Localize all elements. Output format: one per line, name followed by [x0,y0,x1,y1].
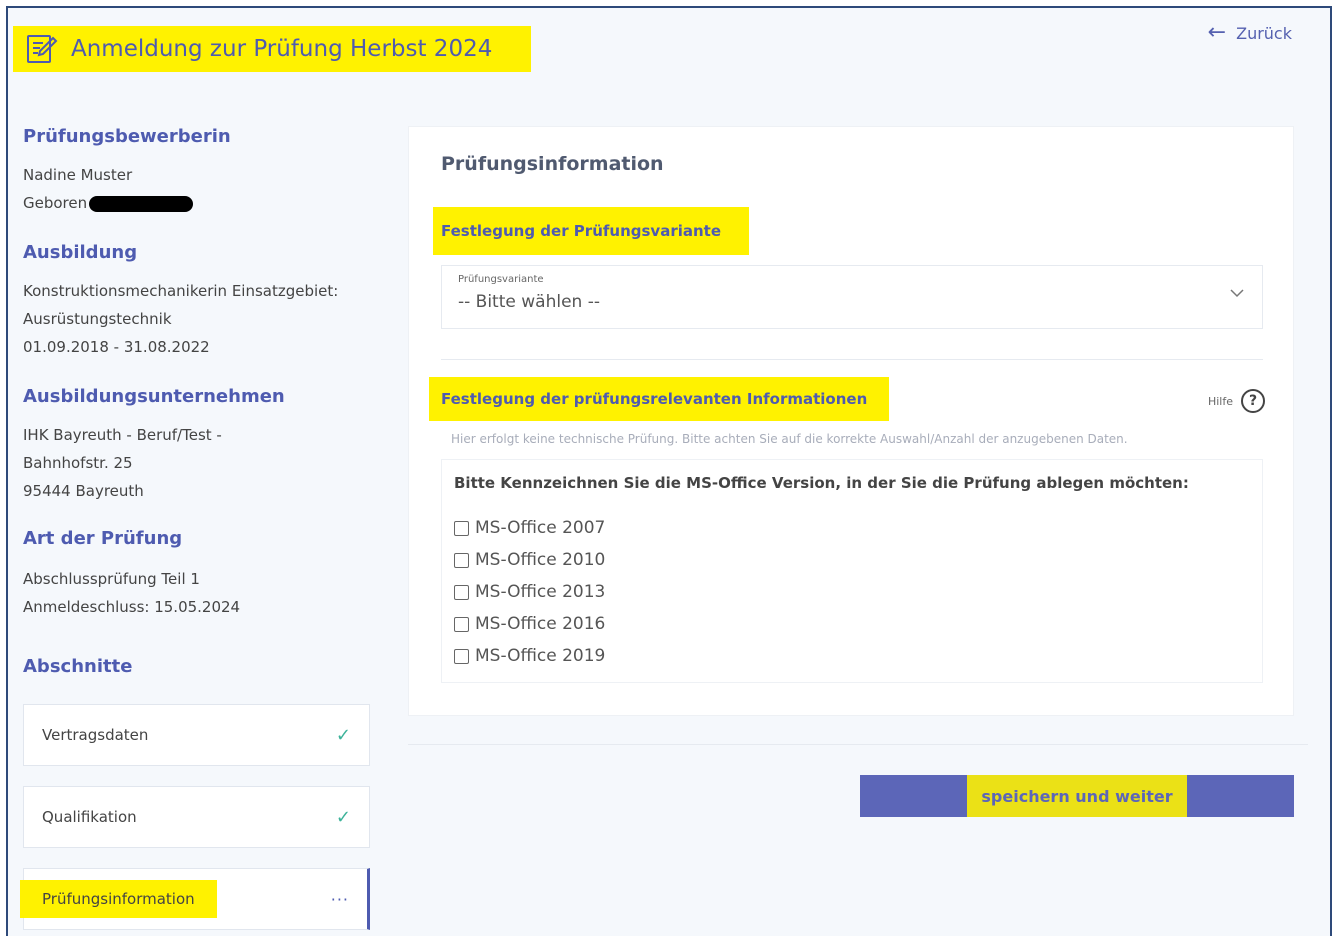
sidebar-item-label: Qualifikation [42,808,137,826]
candidate-name: Nadine Muster [23,166,133,184]
chevron-down-icon [1230,289,1244,298]
checkbox[interactable] [454,616,469,632]
save-and-continue-button[interactable]: speichern und weiter [860,775,1294,817]
sidebar-item-label: Prüfungsinformation [20,880,217,918]
check-icon: ✓ [335,724,351,746]
redacted-birthdate [89,195,194,212]
edit-document-icon [27,35,58,63]
sidebar-item-label: Vertragsdaten [42,726,149,744]
company-line1: IHK Bayreuth - Beruf/Test - [23,426,222,444]
birth-info: Geboren [23,194,194,212]
ellipsis-icon: ··· [330,889,349,909]
office-version-box: Bitte Kennzeichnen Sie die MS-Office Ver… [441,459,1263,683]
page-title-text: Anmeldung zur Prüfung Herbst 2024 [71,36,493,62]
page-title: Anmeldung zur Prüfung Herbst 2024 [13,26,531,72]
sidebar-item-qualifikation[interactable]: Qualifikation ✓ [23,786,370,848]
card-title: Prüfungsinformation [441,153,664,175]
save-button-label: speichern und weiter [967,775,1187,817]
sidebar-item-vertragsdaten[interactable]: Vertragsdaten ✓ [23,704,370,766]
exam-variant-select[interactable]: Prüfungsvariante -- Bitte wählen -- [441,265,1263,329]
exam-info-card: Prüfungsinformation Festlegung der Prüfu… [408,126,1294,716]
app-frame: Anmeldung zur Prüfung Herbst 2024 ← Zurü… [6,6,1332,936]
option-label: MS-Office 2010 [475,550,606,570]
back-link-label: Zurück [1236,23,1292,43]
exam-type: Abschlussprüfung Teil 1 [23,570,200,588]
option-ms-office-2016[interactable]: MS-Office 2016 [454,614,605,634]
hint-text: Hier erfolgt keine technische Prüfung. B… [451,432,1128,446]
option-label: MS-Office 2013 [475,582,606,602]
check-icon: ✓ [335,806,351,828]
arrow-left-icon: ← [1207,20,1227,45]
help-label: Hilfe [1207,394,1233,408]
office-version-question: Bitte Kennzeichnen Sie die MS-Office Ver… [454,474,1189,492]
exam-type-heading: Art der Prüfung [23,528,183,549]
option-ms-office-2013[interactable]: MS-Office 2013 [454,582,605,602]
checkbox[interactable] [454,584,469,600]
company-line2: Bahnhofstr. 25 [23,454,133,472]
deadline: Anmeldeschluss: 15.05.2024 [23,598,241,616]
checkbox[interactable] [454,552,469,568]
footer-divider [408,744,1308,745]
question-circle-icon: ? [1241,389,1265,413]
help-button[interactable]: Hilfe ? [1208,389,1265,413]
company-line3: 95444 Bayreuth [23,482,144,500]
option-ms-office-2010[interactable]: MS-Office 2010 [454,550,605,570]
relevant-info-heading: Festlegung der prüfungsrelevanten Inform… [429,377,889,421]
training-heading: Ausbildung [23,242,138,263]
candidate-heading: Prüfungsbewerberin [23,126,231,147]
training-line2: Ausrüstungstechnik [23,310,172,328]
option-label: MS-Office 2016 [475,614,606,634]
born-label: Geboren [23,194,88,212]
sidebar-item-pruefungsinformation[interactable]: Prüfungsinformation ··· [20,868,370,930]
sections-heading: Abschnitte [23,656,133,677]
checkbox[interactable] [454,520,469,536]
option-label: MS-Office 2019 [475,646,606,666]
back-link[interactable]: ← Zurück [1208,22,1292,44]
option-ms-office-2007[interactable]: MS-Office 2007 [454,518,605,538]
company-heading: Ausbildungsunternehmen [23,386,285,407]
option-label: MS-Office 2007 [475,518,606,538]
checkbox[interactable] [454,648,469,664]
option-ms-office-2019[interactable]: MS-Office 2019 [454,646,605,666]
variant-heading: Festlegung der Prüfungsvariante [433,207,749,255]
exam-variant-value: -- Bitte wählen -- [458,292,600,312]
divider [441,359,1263,360]
training-line1: Konstruktionsmechanikerin Einsatzgebiet: [23,282,339,300]
training-period: 01.09.2018 - 31.08.2022 [23,338,210,356]
exam-variant-label: Prüfungsvariante [458,274,544,285]
